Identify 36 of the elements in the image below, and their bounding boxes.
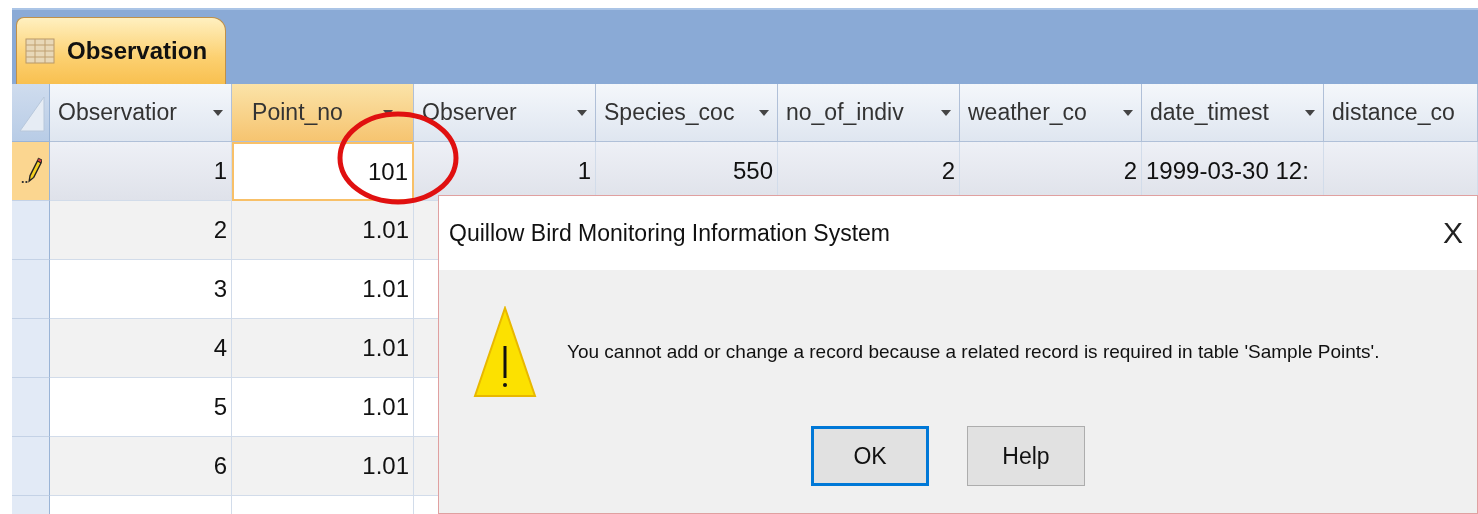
help-button[interactable]: Help bbox=[967, 426, 1085, 486]
column-header[interactable]: Species_coc bbox=[596, 84, 778, 142]
warning-icon bbox=[473, 306, 537, 398]
close-button[interactable]: X bbox=[1439, 216, 1467, 250]
table-cell[interactable]: 4 bbox=[50, 319, 232, 378]
table-cell[interactable]: 1 bbox=[50, 142, 232, 201]
dropdown-arrow-icon bbox=[1305, 109, 1315, 116]
column-header[interactable]: Point_no bbox=[232, 84, 414, 142]
table-cell[interactable]: 101 bbox=[232, 142, 414, 201]
dropdown-arrow-icon bbox=[1123, 109, 1133, 116]
column-header[interactable]: Observer bbox=[414, 84, 596, 142]
table-cell[interactable]: 1.01 bbox=[232, 260, 414, 319]
table-cell[interactable]: 3 bbox=[50, 260, 232, 319]
column-header[interactable]: distance_co bbox=[1324, 84, 1478, 142]
column-header[interactable]: date_timest bbox=[1142, 84, 1324, 142]
table-icon bbox=[25, 38, 55, 64]
dropdown-arrow-icon bbox=[941, 109, 951, 116]
column-header[interactable]: weather_co bbox=[960, 84, 1142, 142]
dropdown-arrow-icon bbox=[213, 109, 223, 116]
table-cell[interactable]: 6 bbox=[50, 437, 232, 496]
dialog-title: Quillow Bird Monitoring Information System bbox=[449, 219, 890, 247]
table-cell[interactable]: 1.01 bbox=[232, 201, 414, 260]
dropdown-arrow-icon bbox=[759, 109, 769, 116]
table-cell[interactable]: 1.01 bbox=[232, 378, 414, 437]
table-tab[interactable]: Observation bbox=[16, 17, 227, 84]
table-cell[interactable]: 2 bbox=[50, 201, 232, 260]
column-header[interactable]: Observatior bbox=[50, 84, 232, 142]
table-cell[interactable]: 1.01 bbox=[232, 437, 414, 496]
dialog-message: You cannot add or change a record because a related record is required in table 'Sample Points'. bbox=[567, 341, 1380, 363]
pencil-icon bbox=[19, 157, 42, 185]
dropdown-arrow-icon bbox=[577, 109, 587, 116]
table-cell[interactable]: 1.01 bbox=[232, 319, 414, 378]
row-selector[interactable] bbox=[12, 142, 50, 201]
table-cell[interactable]: 5 bbox=[50, 378, 232, 437]
column-header[interactable]: no_of_indiv bbox=[778, 84, 960, 142]
ok-button[interactable]: OK bbox=[811, 426, 929, 486]
